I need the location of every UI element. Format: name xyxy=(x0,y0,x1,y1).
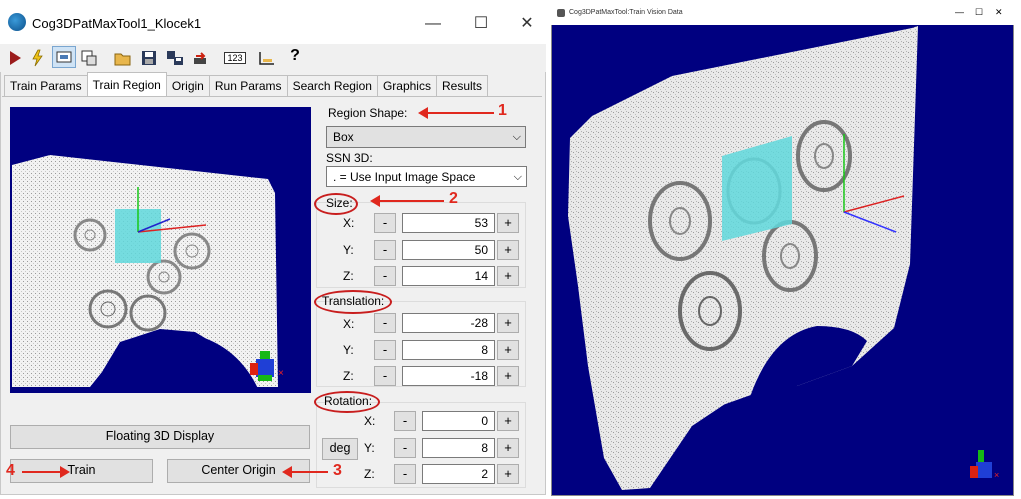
app-icon xyxy=(8,13,26,31)
minimize-button[interactable]: — xyxy=(418,12,448,36)
rotation-x-minus-button[interactable]: - xyxy=(394,411,416,431)
size-y-input[interactable]: 50 xyxy=(402,240,495,260)
rotation-label: Rotation: xyxy=(324,394,373,408)
translation-y-label: Y: xyxy=(343,343,354,357)
tab-train-params[interactable]: Train Params xyxy=(4,75,88,98)
point-cloud-view: × xyxy=(12,155,284,393)
maximize-button[interactable]: ☐ xyxy=(466,12,496,36)
svg-text:×: × xyxy=(994,470,999,480)
size-z-label: Z: xyxy=(343,269,354,283)
region-shape-label: Region Shape: xyxy=(328,106,408,120)
size-x-input[interactable]: 53 xyxy=(402,213,495,233)
svg-text:×: × xyxy=(278,368,284,379)
size-x-label: X: xyxy=(343,216,355,230)
tab-train-region[interactable]: Train Region xyxy=(86,72,167,97)
annotation-number-4: 4 xyxy=(6,462,15,479)
rotation-x-label: X: xyxy=(364,414,376,428)
rotation-y-label: Y: xyxy=(364,441,375,455)
translation-z-plus-button[interactable]: + xyxy=(497,366,519,386)
tab-search-region[interactable]: Search Region xyxy=(286,75,378,98)
rotation-z-input[interactable]: 2 xyxy=(422,464,495,484)
rotation-z-label: Z: xyxy=(364,467,375,481)
graph-icon[interactable] xyxy=(256,47,278,69)
annotation-number-3: 3 xyxy=(333,462,342,479)
numeric-icon-label: 123 xyxy=(224,52,246,64)
reset-icon[interactable] xyxy=(190,47,212,69)
rotation-x-input[interactable]: 0 xyxy=(422,411,495,431)
rotation-y-minus-button[interactable]: - xyxy=(394,438,416,458)
size-label: Size: xyxy=(326,196,353,210)
translation-z-label: Z: xyxy=(343,369,354,383)
rotation-z-minus-button[interactable]: - xyxy=(394,464,416,484)
translation-label: Translation: xyxy=(322,294,385,308)
size-y-plus-button[interactable]: + xyxy=(497,240,519,260)
open-icon[interactable] xyxy=(112,47,134,69)
translation-x-minus-button[interactable]: - xyxy=(374,313,396,333)
save-icon[interactable] xyxy=(138,47,160,69)
ssn-3d-label: SSN 3D: xyxy=(326,151,373,165)
floating-3d-viewer[interactable]: × xyxy=(551,5,1014,496)
viewer-close-button[interactable]: ✕ xyxy=(995,7,1003,18)
size-x-minus-button[interactable]: - xyxy=(374,213,396,233)
rotation-x-plus-button[interactable]: + xyxy=(497,411,519,431)
size-z-input[interactable]: 14 xyxy=(402,266,495,286)
train-region-viewport[interactable]: × xyxy=(10,107,311,393)
tab-origin[interactable]: Origin xyxy=(165,75,210,98)
translation-z-minus-button[interactable]: - xyxy=(374,366,396,386)
rotation-y-plus-button[interactable]: + xyxy=(497,438,519,458)
region-shape-select[interactable]: Box ⌵ xyxy=(326,126,526,148)
viewer-app-icon xyxy=(557,9,565,17)
tab-graphics[interactable]: Graphics xyxy=(376,75,437,98)
display-icon[interactable] xyxy=(78,47,100,69)
window-title: Cog3DPatMaxTool1_Klocek1 xyxy=(32,16,202,31)
ssn-3d-select[interactable]: . = Use Input Image Space ⌵ xyxy=(326,166,527,187)
viewer-point-cloud: × xyxy=(568,26,999,490)
region-shape-value: Box xyxy=(333,130,354,144)
save-as-icon[interactable] xyxy=(164,47,186,69)
size-y-label: Y: xyxy=(343,243,354,257)
annotation-number-2: 2 xyxy=(449,190,458,207)
tab-strip: Train Params Train Region Origin Run Par… xyxy=(4,72,488,98)
viewer-title-bar: Cog3DPatMaxTool:Train Vision Data — ☐ ✕ xyxy=(551,5,1014,25)
translation-y-minus-button[interactable]: - xyxy=(374,340,396,360)
image-icon[interactable] xyxy=(52,46,76,68)
annotation-arrow-4 xyxy=(22,466,70,478)
translation-y-input[interactable]: 8 xyxy=(402,340,495,360)
run-icon[interactable] xyxy=(4,47,26,69)
chevron-down-icon: ⌵ xyxy=(512,131,521,143)
viewer-minimize-button[interactable]: — xyxy=(955,7,964,17)
tab-results[interactable]: Results xyxy=(435,75,488,98)
size-y-minus-button[interactable]: - xyxy=(374,240,396,260)
translation-x-input[interactable]: -28 xyxy=(402,313,495,333)
annotation-arrow-2 xyxy=(370,195,444,207)
tab-run-params[interactable]: Run Params xyxy=(208,75,288,98)
floating-3d-display-button[interactable]: Floating 3D Display xyxy=(10,425,310,449)
size-z-plus-button[interactable]: + xyxy=(497,266,519,286)
viewer-maximize-button[interactable]: ☐ xyxy=(975,7,983,18)
close-button[interactable]: ✕ xyxy=(512,12,542,36)
annotation-arrow-1 xyxy=(418,107,494,119)
translation-x-label: X: xyxy=(343,317,355,331)
help-icon[interactable]: ? xyxy=(284,45,306,67)
size-x-plus-button[interactable]: + xyxy=(497,213,519,233)
annotation-arrow-3 xyxy=(282,466,328,478)
size-z-minus-button[interactable]: - xyxy=(374,266,396,286)
translation-z-input[interactable]: -18 xyxy=(402,366,495,386)
ssn-3d-value: . = Use Input Image Space xyxy=(333,170,476,184)
electric-icon[interactable] xyxy=(26,47,48,69)
numeric-icon[interactable]: 123 xyxy=(223,47,247,69)
translation-x-plus-button[interactable]: + xyxy=(497,313,519,333)
rotation-unit-button[interactable]: deg xyxy=(322,438,358,460)
annotation-number-1: 1 xyxy=(498,102,507,119)
rotation-z-plus-button[interactable]: + xyxy=(497,464,519,484)
translation-y-plus-button[interactable]: + xyxy=(497,340,519,360)
viewer-title: Cog3DPatMaxTool:Train Vision Data xyxy=(569,9,683,16)
rotation-y-input[interactable]: 8 xyxy=(422,438,495,458)
chevron-down-icon: ⌵ xyxy=(513,171,522,183)
